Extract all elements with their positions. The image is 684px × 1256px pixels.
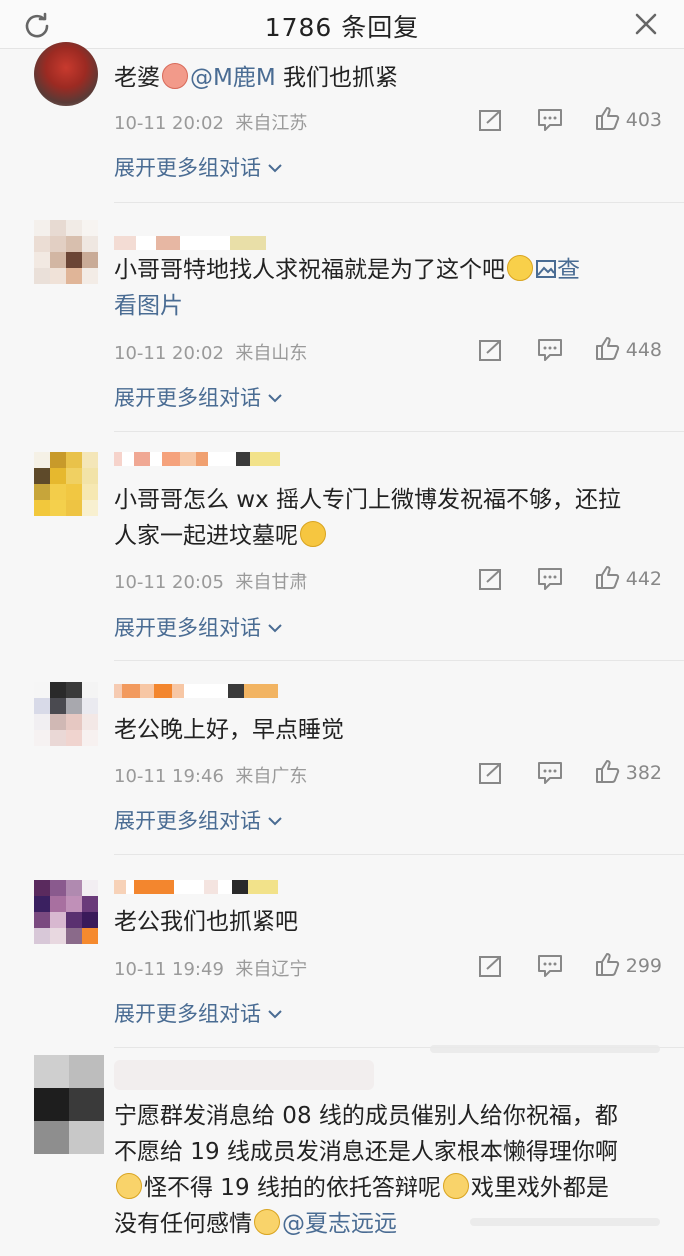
- like-button[interactable]: 442: [594, 564, 662, 594]
- laughing-emoji-icon: [300, 521, 326, 547]
- share-icon[interactable]: [478, 567, 504, 591]
- comment-meta: 10-11 19:49 来自辽宁: [114, 959, 308, 980]
- like-button[interactable]: 448: [594, 335, 662, 365]
- like-count: 299: [625, 955, 662, 977]
- watermark: [430, 1045, 660, 1053]
- chevron-down-icon: [267, 154, 283, 178]
- mention-link[interactable]: @夏志远远: [282, 1211, 397, 1237]
- username-blurred[interactable]: [114, 684, 278, 698]
- shush-emoji-icon: [116, 1173, 142, 1199]
- avatar[interactable]: [34, 880, 98, 944]
- reply-icon[interactable]: [536, 760, 564, 786]
- like-icon: [594, 105, 620, 135]
- like-count: 382: [625, 762, 662, 784]
- comment-meta: 10-11 20:05 来自甘肃: [114, 572, 308, 593]
- expand-conversation-link[interactable]: 展开更多组对话: [114, 612, 283, 642]
- comment-actions: 403: [478, 105, 662, 135]
- reply-icon[interactable]: [536, 566, 564, 592]
- comment-meta: 10-11 20:02 来自山东: [114, 343, 308, 364]
- expand-conversation-link[interactable]: 展开更多组对话: [114, 998, 283, 1028]
- image-icon: [535, 257, 557, 283]
- reply-icon[interactable]: [536, 337, 564, 363]
- top-bar: 1786 条回复: [0, 0, 684, 49]
- comment-text: 老公我们也抓紧吧: [114, 909, 298, 935]
- comment-meta: 10-11 20:02 来自江苏: [114, 113, 308, 134]
- expand-conversation-link[interactable]: 展开更多组对话: [114, 805, 283, 835]
- like-button[interactable]: 403: [594, 105, 662, 135]
- watermark: [470, 1218, 660, 1226]
- like-button[interactable]: 382: [594, 758, 662, 788]
- username-blurred[interactable]: [114, 1060, 374, 1090]
- username-blurred[interactable]: [114, 452, 280, 466]
- divider: [114, 202, 684, 203]
- comment-text: 老公晚上好，早点睡觉: [114, 717, 344, 743]
- hug-emoji-icon: [507, 255, 533, 281]
- like-count: 442: [625, 568, 662, 590]
- like-count: 403: [625, 109, 662, 131]
- comment-text: 小哥哥特地找人求祝福就是为了这个吧查看图片: [114, 255, 580, 319]
- octopus-emoji-icon: [162, 63, 188, 89]
- chevron-down-icon: [267, 614, 283, 638]
- comment-text: 小哥哥怎么 wx 摇人专门上微博发祝福不够，还拉 人家一起进坟墓呢: [114, 487, 622, 549]
- comment-actions: 382: [478, 758, 662, 788]
- comment-text: 老婆 @M鹿M 我们也抓紧: [114, 63, 399, 91]
- username-blurred[interactable]: [114, 880, 278, 894]
- expand-conversation-link[interactable]: 展开更多组对话: [114, 152, 283, 182]
- avatar[interactable]: [34, 1055, 104, 1155]
- like-count: 448: [625, 339, 662, 361]
- like-icon: [594, 564, 620, 594]
- mention-link[interactable]: @M鹿M: [190, 65, 276, 91]
- share-icon[interactable]: [478, 338, 504, 362]
- chevron-down-icon: [267, 807, 283, 831]
- reply-icon[interactable]: [536, 953, 564, 979]
- like-icon: [594, 335, 620, 365]
- comment-actions: 299: [478, 951, 662, 981]
- divider: [114, 431, 684, 432]
- divider: [114, 660, 684, 661]
- reply-icon[interactable]: [536, 107, 564, 133]
- page-title: 1786 条回复: [264, 13, 420, 42]
- expand-conversation-link[interactable]: 展开更多组对话: [114, 382, 283, 412]
- like-button[interactable]: 299: [594, 951, 662, 981]
- close-icon[interactable]: [632, 10, 660, 42]
- chevron-down-icon: [267, 1000, 283, 1024]
- comment-actions: 442: [478, 564, 662, 594]
- comment-actions: 448: [478, 335, 662, 365]
- avatar[interactable]: [34, 220, 98, 284]
- avatar[interactable]: [34, 452, 98, 516]
- share-icon[interactable]: [478, 954, 504, 978]
- shush-emoji-icon: [442, 1173, 469, 1199]
- comment-meta: 10-11 19:46 来自广东: [114, 766, 308, 787]
- chevron-down-icon: [267, 384, 283, 408]
- like-icon: [594, 758, 620, 788]
- shush-emoji-icon: [254, 1209, 280, 1235]
- avatar[interactable]: [34, 42, 98, 106]
- share-icon[interactable]: [478, 108, 504, 132]
- share-icon[interactable]: [478, 761, 504, 785]
- like-icon: [594, 951, 620, 981]
- divider: [114, 854, 684, 855]
- avatar[interactable]: [34, 682, 98, 746]
- username-blurred[interactable]: [114, 236, 266, 250]
